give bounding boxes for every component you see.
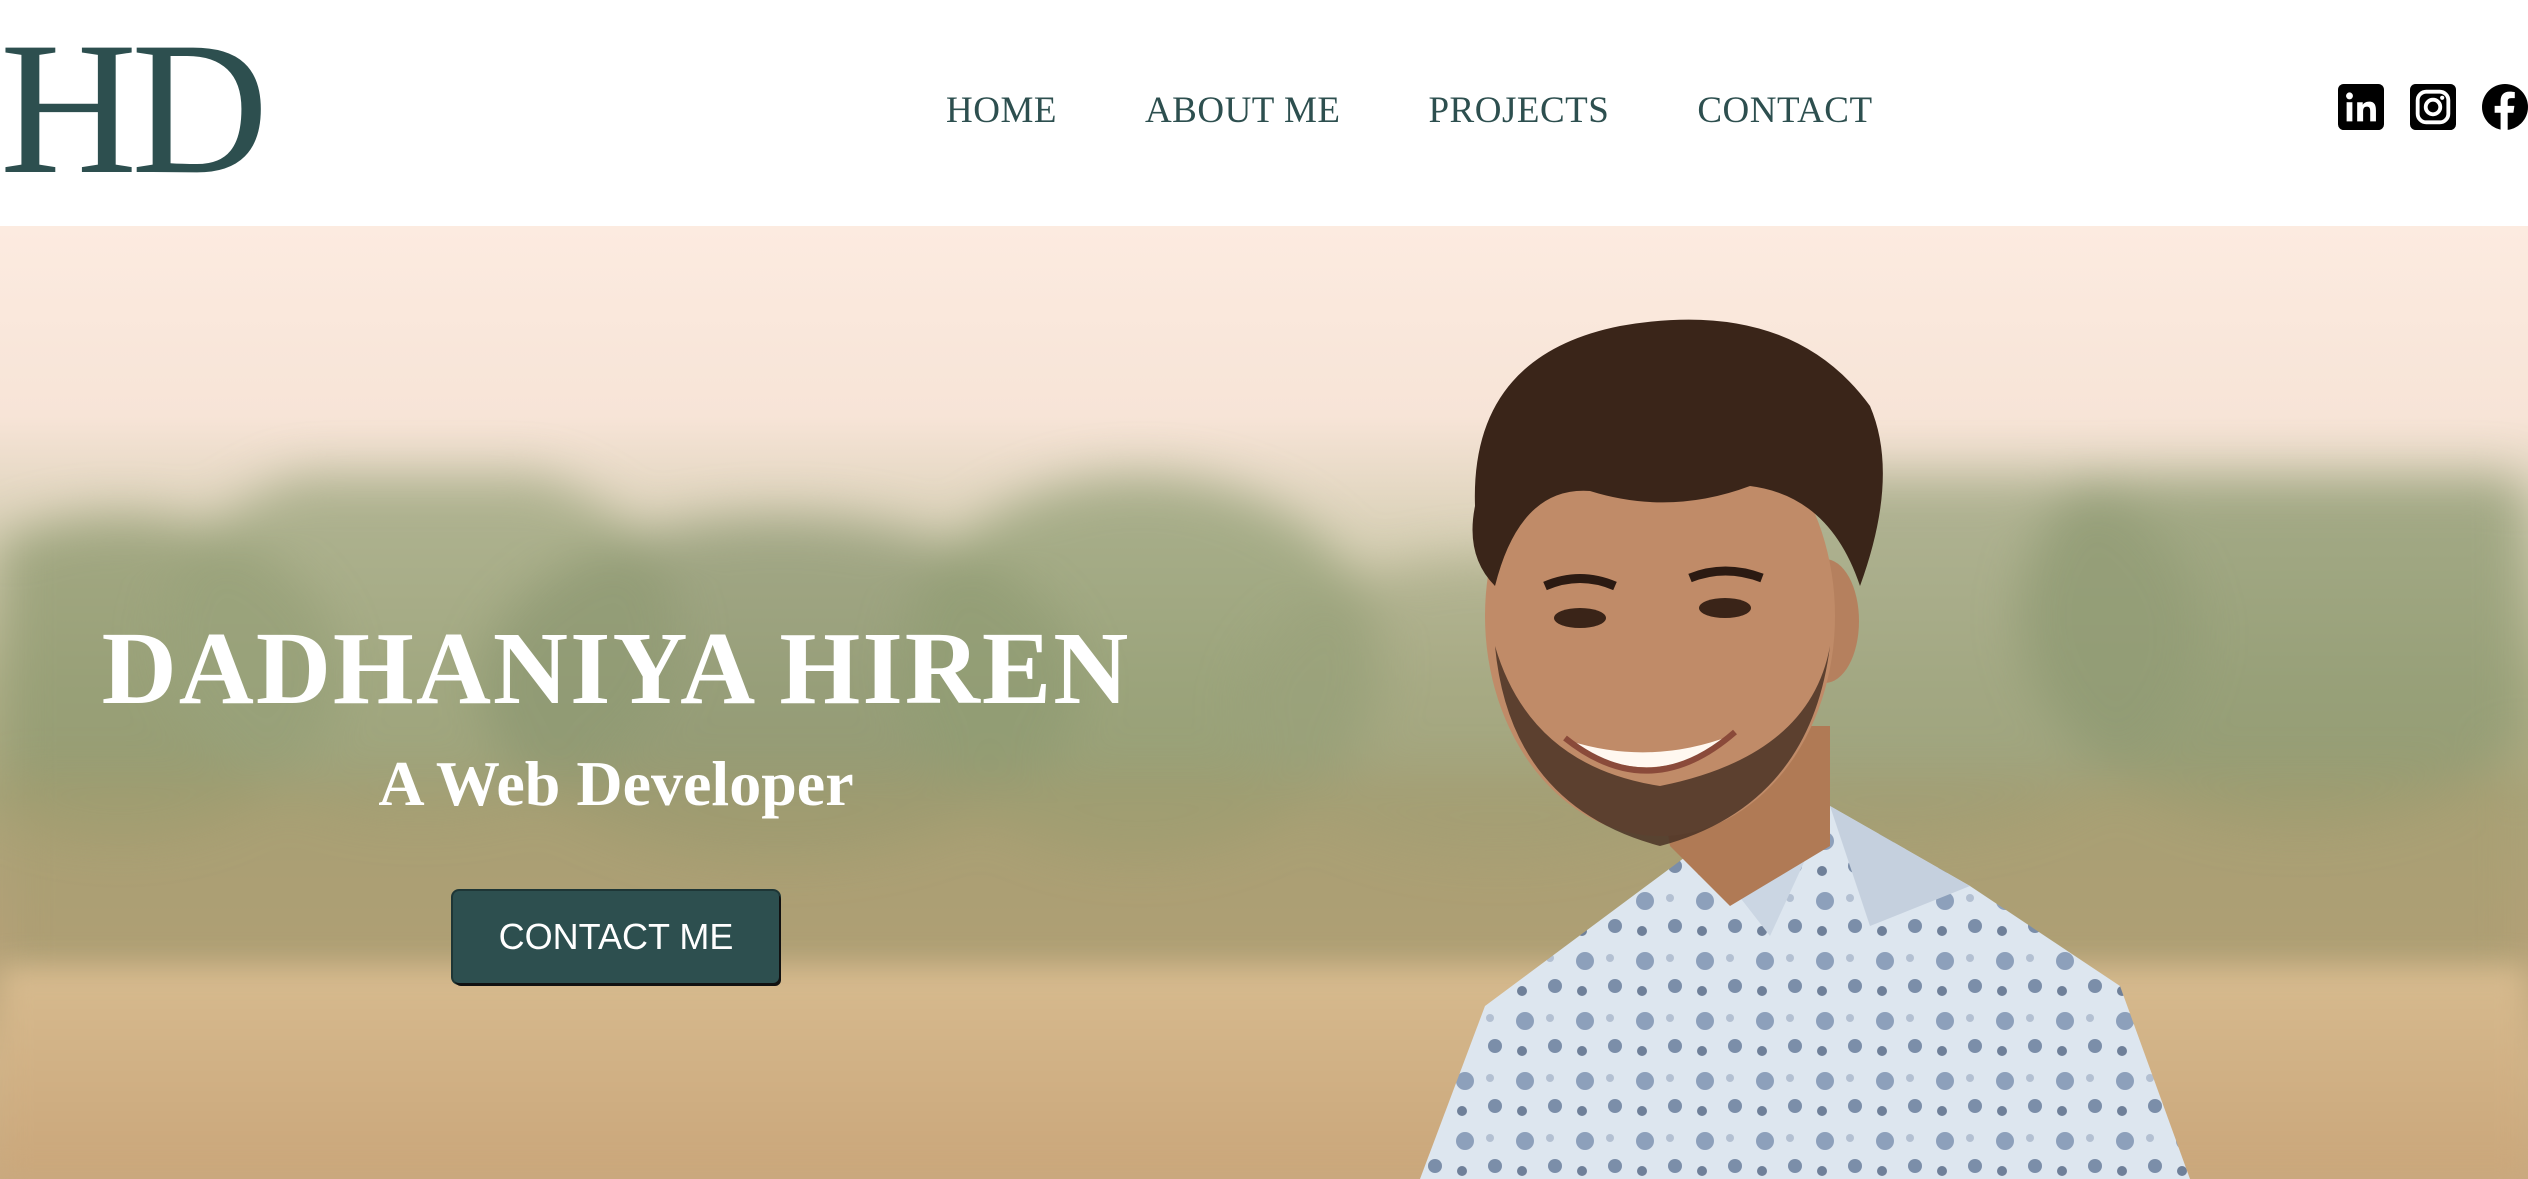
- social-links: [2338, 84, 2528, 130]
- nav-home[interactable]: HOME: [946, 89, 1057, 132]
- hero-name: DADHANIYA HIREN: [101, 611, 1131, 726]
- hero-section: DADHANIYA HIREN A Web Developer CONTACT …: [0, 226, 2528, 1179]
- nav-contact[interactable]: CONTACT: [1697, 89, 1872, 132]
- instagram-icon[interactable]: [2410, 84, 2456, 130]
- nav-about-me[interactable]: ABOUT ME: [1145, 89, 1341, 132]
- main-nav: HOME ABOUT ME PROJECTS CONTACT: [946, 89, 1873, 132]
- linkedin-icon[interactable]: [2338, 84, 2384, 130]
- site-logo[interactable]: HD: [0, 14, 268, 204]
- site-header: HD HOME ABOUT ME PROJECTS CONTACT: [0, 0, 2528, 226]
- contact-me-button[interactable]: CONTACT ME: [453, 891, 779, 983]
- nav-projects[interactable]: PROJECTS: [1428, 89, 1609, 132]
- facebook-icon[interactable]: [2482, 84, 2528, 130]
- hero-subtitle: A Web Developer: [378, 748, 854, 819]
- portrait-image: [1420, 319, 2190, 1179]
